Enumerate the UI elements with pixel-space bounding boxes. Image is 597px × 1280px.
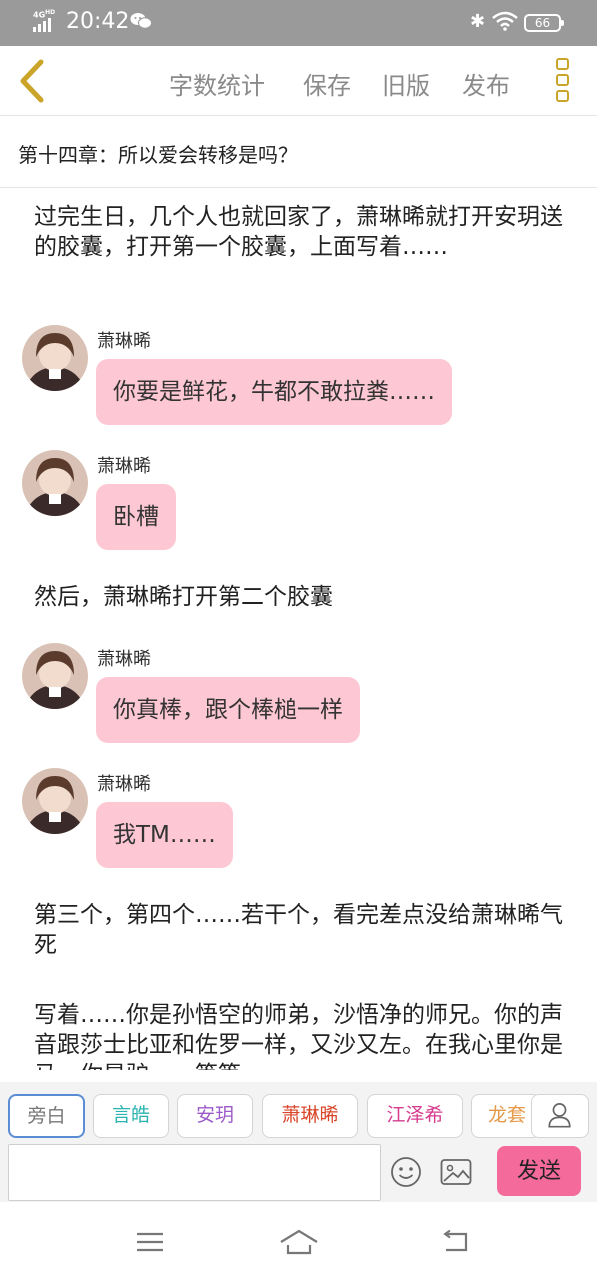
message-bubble[interactable]: 我TM……	[96, 802, 233, 868]
message-bubble[interactable]: 卧槽	[96, 484, 176, 550]
wechat-icon	[130, 13, 152, 29]
image-icon[interactable]	[440, 1158, 472, 1186]
message-bubble[interactable]: 你要是鲜花，牛都不敢拉粪……	[96, 359, 452, 425]
message-input[interactable]	[8, 1144, 381, 1201]
role-xiaolinxi[interactable]: 萧琳晞	[262, 1094, 358, 1138]
sender-name: 萧琳晞	[97, 456, 151, 477]
avatar	[22, 450, 88, 516]
sender-name: 萧琳晞	[97, 649, 151, 670]
status-bar: 4GHD 20:42 ✱ 66	[0, 0, 597, 46]
hamburger-icon[interactable]	[135, 1230, 165, 1254]
avatar	[22, 768, 88, 834]
role-anyue[interactable]: 安玥	[177, 1094, 253, 1138]
status-time: 20:42	[66, 9, 130, 34]
role-selector: 旁白 言皓 安玥 萧琳晞 江泽希 龙套	[0, 1082, 597, 1144]
more-vertical-icon[interactable]	[556, 58, 570, 104]
old-version-button[interactable]: 旧版	[382, 66, 430, 101]
word-count-button[interactable]: 字数统计	[169, 66, 265, 101]
wifi-icon	[492, 11, 518, 31]
narration-text: 过完生日，几个人也就回家了，萧琳晞就打开安玥送的胶囊，打开第一个胶囊，上面写着……	[34, 204, 563, 260]
sender-name: 萧琳晞	[97, 774, 151, 795]
story-content[interactable]: 过完生日，几个人也就回家了，萧琳晞就打开安玥送的胶囊，打开第一个胶囊，上面写着……	[0, 188, 597, 1070]
chapter-header: 第十四章：所以爱会转移是吗？	[0, 116, 597, 188]
home-icon[interactable]	[279, 1228, 319, 1256]
chapter-title[interactable]: 第十四章：所以爱会转移是吗？	[18, 139, 298, 168]
back-arrow-icon[interactable]	[440, 1230, 470, 1254]
narration-text: 第三个，第四个……若干个，看完差点没给萧琳晞气死	[34, 902, 563, 958]
role-yanhao[interactable]: 言皓	[93, 1094, 169, 1138]
send-button[interactable]: 发送	[497, 1146, 581, 1196]
narration-text: 然后，萧琳晞打开第二个胶囊	[34, 584, 333, 610]
publish-button[interactable]: 发布	[462, 66, 510, 101]
bluetooth-icon: ✱	[470, 11, 486, 32]
narration-text: 写着……你是孙悟空的师弟，沙悟净的师兄。你的声音跟莎士比亚和佐罗一样，又沙又左。…	[34, 1002, 563, 1070]
input-row: 发送	[0, 1138, 597, 1202]
signal-icon: 4GHD	[33, 9, 59, 32]
role-manage-button[interactable]	[531, 1094, 589, 1138]
sender-name: 萧琳晞	[97, 331, 151, 352]
avatar	[22, 325, 88, 391]
battery-indicator: 66	[524, 14, 564, 32]
chevron-left-icon[interactable]	[14, 58, 50, 104]
role-narrator[interactable]: 旁白	[8, 1094, 85, 1138]
role-jiangzexi[interactable]: 江泽希	[367, 1094, 463, 1138]
emoji-icon[interactable]	[390, 1156, 422, 1188]
avatar	[22, 643, 88, 709]
system-nav-bar	[0, 1202, 597, 1280]
save-button[interactable]: 保存	[303, 66, 351, 101]
editor-toolbar: 字数统计 保存 旧版 发布	[0, 46, 597, 116]
message-bubble[interactable]: 你真棒，跟个棒槌一样	[96, 677, 360, 743]
user-icon	[548, 1103, 571, 1128]
